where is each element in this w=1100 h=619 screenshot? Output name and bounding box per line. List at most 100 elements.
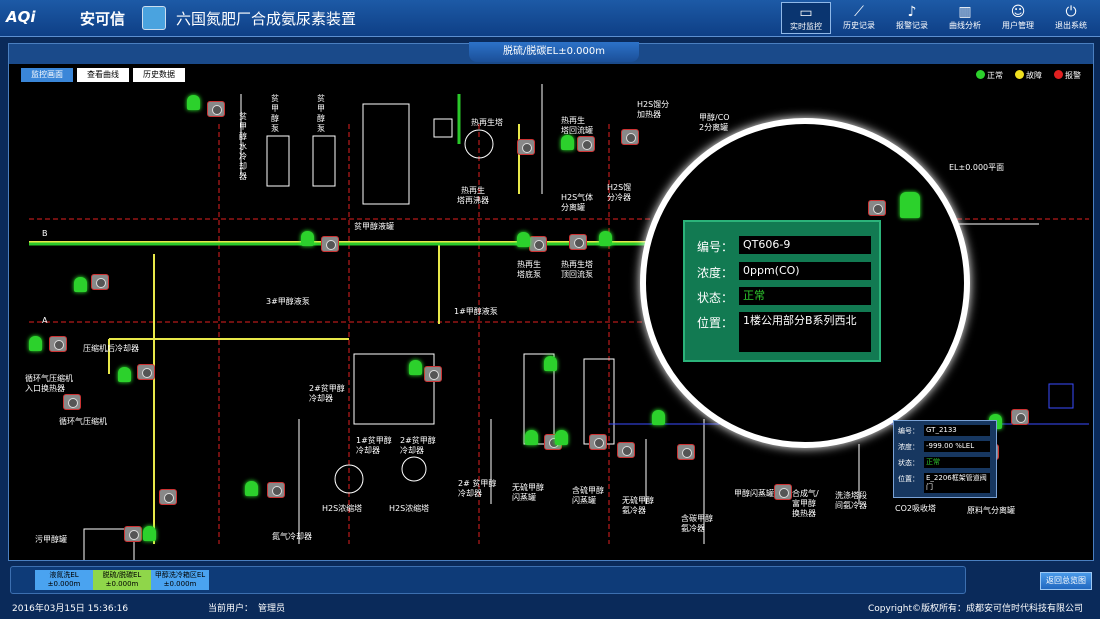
- status-light: [555, 430, 568, 445]
- status-light: [517, 232, 530, 247]
- detail-id-label: 编号：: [697, 240, 734, 254]
- equipment-label: 氨冷器: [681, 524, 705, 533]
- equipment-label: 塔回流罐: [561, 126, 593, 135]
- chart-icon: ▥: [958, 4, 972, 20]
- trend-icon: ⟋: [854, 4, 864, 20]
- gas-detector[interactable]: [159, 489, 177, 505]
- legend-normal: 正常: [976, 70, 1003, 81]
- frame-header: 脱硫/脱碳EL±0.000m: [9, 42, 1093, 64]
- gas-detector[interactable]: [63, 394, 81, 410]
- equipment-label: CO2吸收塔: [895, 504, 936, 513]
- current-user: 管理员: [258, 604, 286, 614]
- gas-detector[interactable]: [137, 364, 155, 380]
- nav-realtime-monitor[interactable]: ▭ 实时监控: [781, 2, 831, 34]
- user-icon: ☺: [1010, 4, 1026, 20]
- status-light: [74, 277, 87, 292]
- gas-detector[interactable]: [621, 129, 639, 145]
- tab-view-curve[interactable]: 查看曲线: [77, 68, 129, 82]
- gas-detector[interactable]: [1011, 409, 1029, 425]
- detail-state-value: 正常: [739, 287, 871, 305]
- nav-alarm-records[interactable]: ♪ 报警记录: [887, 2, 937, 34]
- logo: AQi: [6, 8, 36, 26]
- mini-state-value: 正常: [924, 457, 990, 468]
- gas-detector[interactable]: [124, 526, 142, 542]
- equipment-label: 冷却器: [458, 489, 482, 498]
- gas-detector[interactable]: [321, 236, 339, 252]
- equipment-label: H2S浓缩塔: [322, 504, 363, 513]
- status-light: [599, 231, 612, 246]
- tab-history-data[interactable]: 历史数据: [133, 68, 185, 82]
- back-to-overview-button[interactable]: 返回总览图: [1040, 572, 1092, 590]
- nav-curve-analysis[interactable]: ▥ 曲线分析: [940, 2, 990, 34]
- main-nav: ▭ 实时监控 ⟋ 历史记录 ♪ 报警记录 ▥ 曲线分析 ☺ 用户管理 ⏻ 退出系统: [778, 2, 1096, 34]
- detector-detail-popup: 编号： QT606-9 浓度： 0ppm(CO) 状态： 正常 位置： 1楼公用…: [683, 220, 881, 362]
- equipment-label: 顶回流泵: [561, 270, 593, 279]
- current-user-label: 当前用户：: [208, 604, 254, 614]
- mini-loc-value: E_2206框架管道阀门: [924, 473, 990, 493]
- gas-detector[interactable]: [424, 366, 442, 382]
- gas-detector[interactable]: [267, 482, 285, 498]
- gas-detector[interactable]: [517, 139, 535, 155]
- status-legend: 正常 故障 报警: [964, 70, 1081, 81]
- gas-detector[interactable]: [617, 442, 635, 458]
- gas-detector[interactable]: [529, 236, 547, 252]
- top-bar: AQi 安可信 六国氮肥厂合成氨尿素装置 ▭ 实时监控 ⟋ 历史记录 ♪ 报警记录 ▥…: [0, 0, 1100, 37]
- gas-detector[interactable]: [49, 336, 67, 352]
- gas-detector[interactable]: [207, 101, 225, 117]
- detail-state-label: 状态：: [697, 291, 734, 305]
- axis-a-label: A: [42, 316, 48, 325]
- gas-detector[interactable]: [91, 274, 109, 290]
- equipment-label: 原料气分离罐: [967, 506, 1015, 515]
- equipment-label: 闪蒸罐: [572, 496, 596, 505]
- equipment-label: 间氨冷器: [835, 501, 867, 510]
- status-light: [118, 367, 131, 382]
- nav-user-management[interactable]: ☺ 用户管理: [993, 2, 1043, 34]
- monitor-icon: ▭: [799, 5, 813, 21]
- equipment-label: 氨冷器: [622, 506, 646, 515]
- nav-exit[interactable]: ⏻ 退出系统: [1046, 2, 1096, 34]
- gas-detector[interactable]: [569, 234, 587, 250]
- status-light: [652, 410, 665, 425]
- bell-icon: ♪: [907, 4, 917, 20]
- status-light: [187, 95, 200, 110]
- mini-conc-label: 浓度：: [898, 443, 919, 451]
- mini-loc-label: 位置：: [898, 475, 919, 483]
- mini-id-label: 编号：: [898, 427, 919, 435]
- mini-state-label: 状态：: [898, 459, 919, 467]
- area-switch-bar: 液氮洗EL ±0.000m 脱硫/脱碳EL ±0.000m 甲醇洗冷箱区EL ±0.0…: [10, 566, 966, 594]
- gas-detector[interactable]: [774, 484, 792, 500]
- status-light: [29, 336, 42, 351]
- equipment-label: 甲醇闪蒸罐: [734, 489, 774, 498]
- gas-detector[interactable]: [589, 434, 607, 450]
- gas-detector[interactable]: [677, 444, 695, 460]
- equipment-label: 3#甲醇液泵: [266, 297, 310, 306]
- detector-mini-panel: 编号： GT_2133 浓度： -999.00 %LEL 状态： 正常 位置： …: [893, 420, 997, 498]
- power-icon: ⏻: [1065, 4, 1077, 20]
- area-button-desulfurization[interactable]: 脱硫/脱碳EL ±0.000m: [93, 570, 151, 590]
- tab-monitor-view[interactable]: 监控画面: [21, 68, 73, 82]
- equipment-label: 加热器: [637, 110, 661, 119]
- equipment-label: 贫甲醇液罐: [354, 222, 394, 231]
- frame-title: 脱硫/脱碳EL±0.000m: [469, 42, 639, 62]
- legend-fault: 故障: [1015, 70, 1042, 81]
- mini-conc-value: -999.00 %LEL: [924, 441, 990, 452]
- status-bar: 2016年03月15日 15:36:16 当前用户： 管理员 Copyright…: [0, 600, 1100, 619]
- gas-detector[interactable]: [868, 200, 886, 216]
- equipment-label: 贫甲醇水冷却器: [239, 112, 247, 181]
- nav-history[interactable]: ⟋ 历史记录: [834, 2, 884, 34]
- detail-conc-value: 0ppm(CO): [739, 262, 871, 280]
- equipment-label: 贫甲醇泵: [271, 94, 279, 133]
- equipment-label: 热再生塔: [471, 118, 503, 127]
- equipment-label: 塔底泵: [517, 270, 541, 279]
- legend-alarm: 报警: [1054, 70, 1081, 81]
- logo-text: 安可信: [80, 10, 126, 28]
- copyright-text: Copyright©版权所有：成都安可信时代科技有限公司: [868, 604, 1083, 614]
- area-button-liquid-nitrogen[interactable]: 液氮洗EL ±0.000m: [35, 570, 93, 590]
- equipment-label: 塔再沸器: [457, 196, 489, 205]
- status-light: [409, 360, 422, 375]
- gas-detector[interactable]: [577, 136, 595, 152]
- detail-conc-label: 浓度：: [697, 266, 734, 280]
- area-button-methanol-coldbox[interactable]: 甲醇洗冷箱区EL ±0.000m: [151, 570, 209, 590]
- equipment-label: 换热器: [792, 509, 816, 518]
- equipment-label: 氮气冷却器: [272, 532, 312, 541]
